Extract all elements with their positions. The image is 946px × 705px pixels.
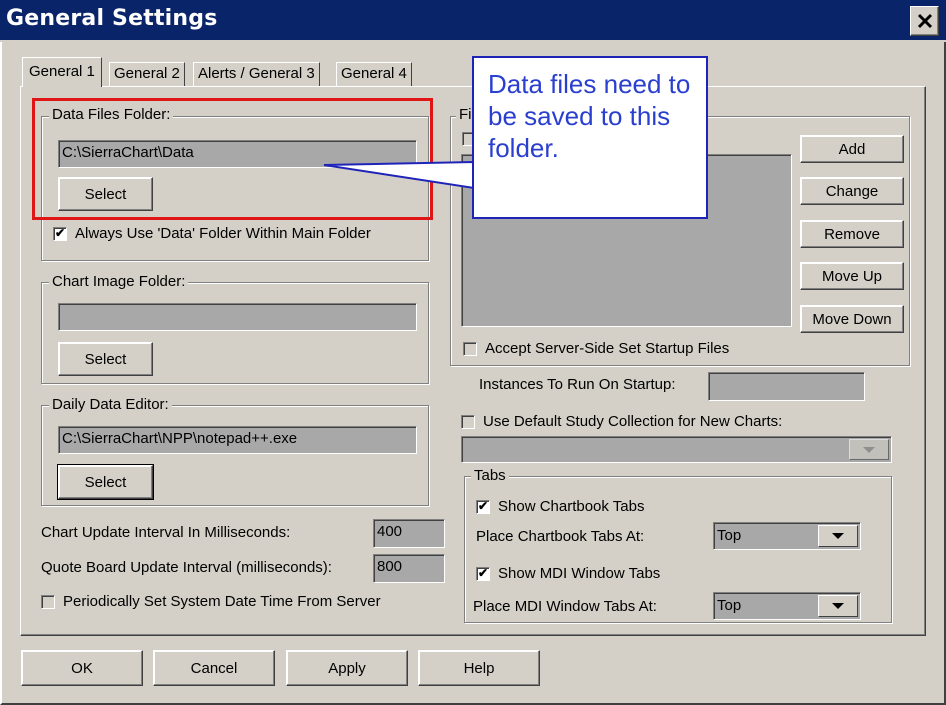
annotation-callout: Data files need to be saved to this fold… [472,56,708,219]
